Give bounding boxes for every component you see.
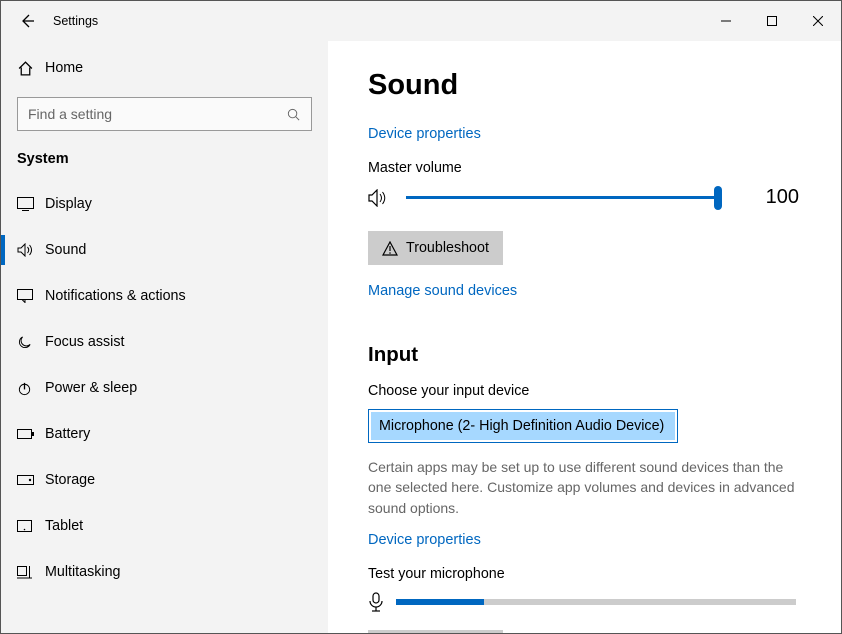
warning-icon — [382, 241, 398, 256]
maximize-button[interactable] — [749, 5, 795, 37]
sidebar-home-label: Home — [45, 60, 83, 76]
sidebar-group-system: System — [1, 149, 328, 181]
sidebar-item-label: Sound — [45, 242, 86, 258]
sidebar-item-label: Display — [45, 196, 92, 212]
input-device-dropdown[interactable]: Microphone (2- High Definition Audio Dev… — [368, 409, 678, 443]
device-properties-link[interactable]: Device properties — [368, 126, 481, 142]
page-title: Sound — [368, 69, 799, 102]
microphone-icon — [368, 592, 384, 612]
battery-icon — [17, 429, 45, 439]
search-icon — [286, 107, 301, 122]
sidebar-item-label: Power & sleep — [45, 380, 137, 396]
sidebar-item-label: Storage — [45, 472, 95, 488]
troubleshoot-label: Troubleshoot — [406, 240, 489, 256]
sidebar-item-multitasking[interactable]: Multitasking — [1, 549, 328, 595]
content-pane: Sound Device properties Master volume 10… — [328, 41, 841, 633]
window-title: Settings — [53, 14, 98, 28]
sidebar-item-battery[interactable]: Battery — [1, 411, 328, 457]
tablet-icon — [17, 520, 45, 532]
troubleshoot-output-button[interactable]: Troubleshoot — [368, 231, 503, 265]
sidebar-item-display[interactable]: Display — [1, 181, 328, 227]
storage-icon — [17, 475, 45, 485]
manage-sound-devices-link[interactable]: Manage sound devices — [368, 283, 517, 299]
input-help-text: Certain apps may be set up to use differ… — [368, 457, 799, 518]
master-volume-slider[interactable] — [406, 189, 718, 207]
test-mic-label: Test your microphone — [368, 566, 799, 582]
close-button[interactable] — [795, 5, 841, 37]
device-properties-link-2[interactable]: Device properties — [368, 532, 481, 548]
sidebar-item-tablet[interactable]: Tablet — [1, 503, 328, 549]
master-volume-label: Master volume — [368, 160, 799, 176]
focus-assist-icon — [17, 335, 45, 350]
sidebar-item-label: Battery — [45, 426, 90, 442]
home-icon — [17, 60, 45, 77]
display-icon — [17, 197, 45, 211]
sound-icon — [17, 243, 45, 257]
sidebar: Home Find a setting System Display Sound… — [1, 41, 328, 633]
sidebar-item-label: Focus assist — [45, 334, 124, 350]
sidebar-home[interactable]: Home — [1, 45, 328, 91]
input-section-header: Input — [368, 343, 799, 367]
master-volume-value: 100 — [766, 186, 799, 209]
mic-level-meter — [396, 599, 796, 605]
minimize-button[interactable] — [703, 5, 749, 37]
notifications-icon — [17, 289, 45, 303]
input-device-value: Microphone (2- High Definition Audio Dev… — [371, 412, 675, 440]
sidebar-item-power-sleep[interactable]: Power & sleep — [1, 365, 328, 411]
speaker-icon — [368, 189, 388, 207]
search-placeholder: Find a setting — [28, 106, 286, 122]
back-button[interactable] — [19, 13, 43, 29]
search-input[interactable]: Find a setting — [17, 97, 312, 131]
sidebar-item-storage[interactable]: Storage — [1, 457, 328, 503]
sidebar-item-focus-assist[interactable]: Focus assist — [1, 319, 328, 365]
power-icon — [17, 381, 45, 396]
sidebar-item-notifications[interactable]: Notifications & actions — [1, 273, 328, 319]
multitasking-icon — [17, 566, 45, 579]
sidebar-item-label: Multitasking — [45, 564, 121, 580]
sidebar-item-sound[interactable]: Sound — [1, 227, 328, 273]
sidebar-item-label: Tablet — [45, 518, 83, 534]
choose-input-label: Choose your input device — [368, 383, 799, 399]
troubleshoot-input-button[interactable]: Troubleshoot — [368, 630, 503, 633]
sidebar-item-label: Notifications & actions — [45, 288, 186, 304]
